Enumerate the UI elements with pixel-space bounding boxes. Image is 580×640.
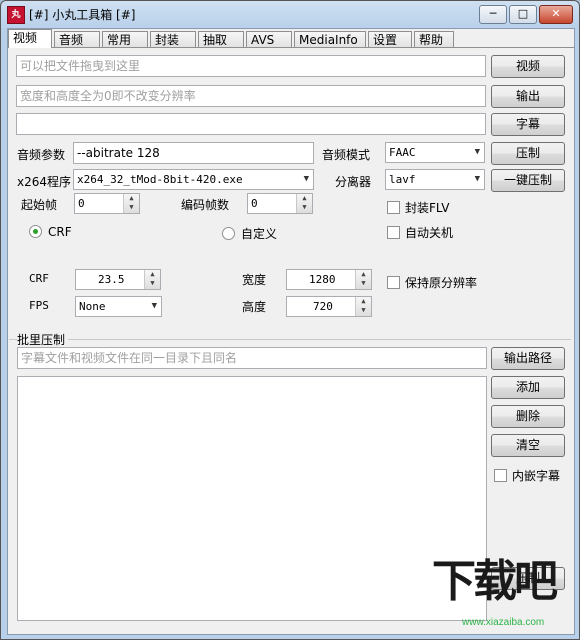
width-value: 1280 (309, 273, 336, 286)
tab-extract[interactable]: 抽取 (198, 31, 244, 47)
minimize-button[interactable]: ─ (479, 5, 507, 24)
audio-params-label: 音频参数 (17, 148, 66, 162)
start-frame-label: 起始帧 (21, 198, 58, 212)
checkbox-icon[interactable] (387, 226, 400, 239)
subtitle-file-input[interactable] (16, 113, 486, 135)
subtitle-button[interactable]: 字幕 (491, 113, 565, 136)
height-stepper[interactable]: 720 ▲ ▼ (286, 296, 372, 317)
one-click-compress-button[interactable]: 一键压制 (491, 169, 565, 192)
tab-video[interactable]: 视频 (8, 29, 52, 48)
video-file-input[interactable]: 可以把文件拖曳到这里 (16, 55, 486, 77)
close-button[interactable]: ✕ (539, 5, 573, 24)
spin-arrows-icon[interactable]: ▲ ▼ (355, 297, 371, 316)
chevron-down-icon: ▼ (303, 174, 309, 184)
start-frame-value: 0 (78, 197, 85, 210)
crf-stepper[interactable]: 23.5 ▲ ▼ (75, 269, 161, 290)
fps-label: FPS (29, 299, 49, 312)
delete-button[interactable]: 删除 (491, 405, 565, 428)
mux-flv-label: 封装FLV (405, 201, 450, 215)
main-window: 丸 [#] 小丸工具箱 [#] ─ □ ✕ 视频 音频 常用 封装 抽取 AVS… (0, 0, 580, 640)
custom-radio-label: 自定义 (241, 227, 278, 241)
spin-arrows-icon[interactable]: ▲ ▼ (296, 194, 312, 213)
chevron-down-icon: ▼ (474, 174, 480, 184)
watermark-url: www.xiazaiba.com (462, 617, 545, 628)
app-icon[interactable]: 丸 (7, 6, 25, 24)
tab-avs[interactable]: AVS (246, 31, 292, 47)
encode-frames-label: 编码帧数 (181, 198, 230, 212)
auto-shutdown-checkbox[interactable]: 自动关机 (387, 224, 453, 241)
tab-mux[interactable]: 封装 (150, 31, 196, 47)
custom-radio[interactable]: 自定义 (222, 225, 277, 242)
batch-group-label: 批里压制 (17, 331, 69, 348)
tab-help[interactable]: 帮助 (414, 31, 454, 47)
video-button[interactable]: 视频 (491, 55, 565, 78)
height-value: 720 (313, 300, 333, 313)
tab-audio[interactable]: 音频 (54, 31, 100, 47)
compress-button[interactable]: 压制 (491, 142, 565, 165)
audio-mode-select[interactable]: FAAC ▼ (385, 142, 485, 163)
height-label: 高度 (242, 300, 267, 314)
mux-flv-checkbox[interactable]: 封装FLV (387, 199, 449, 216)
window-title: [#] 小丸工具箱 [#] (29, 8, 136, 22)
tab-divider (8, 47, 574, 48)
audio-mode-label: 音频模式 (322, 148, 371, 162)
title-bar[interactable]: 丸 [#] 小丸工具箱 [#] ─ □ ✕ (1, 1, 579, 27)
tab-settings[interactable]: 设置 (368, 31, 412, 47)
start-frame-stepper[interactable]: 0 ▲ ▼ (74, 193, 140, 214)
watermark-text: 下载吧 (432, 557, 558, 606)
chevron-down-icon: ▼ (474, 147, 480, 157)
keep-resolution-label: 保持原分辨率 (405, 276, 478, 290)
encode-frames-value: 0 (251, 197, 258, 210)
batch-file-list[interactable] (17, 376, 487, 621)
output-path-button[interactable]: 输出路径 (491, 347, 565, 370)
client-area: 视频 音频 常用 封装 抽取 AVS MediaInfo 设置 帮助 可以把文件… (7, 28, 575, 635)
crf-value: 23.5 (98, 273, 125, 286)
fps-select[interactable]: None ▼ (75, 296, 162, 317)
x264-program-select[interactable]: x264_32_tMod-8bit-420.exe ▼ (73, 169, 314, 190)
audio-mode-value: FAAC (389, 146, 416, 159)
radio-selected-icon[interactable] (29, 225, 42, 238)
tab-mediainfo[interactable]: MediaInfo (294, 31, 366, 47)
output-button[interactable]: 输出 (491, 85, 565, 108)
auto-shutdown-label: 自动关机 (405, 226, 454, 240)
crf-radio[interactable]: CRF (29, 225, 72, 239)
audio-params-input[interactable]: --abitrate 128 (73, 142, 314, 164)
spin-arrows-icon[interactable]: ▲ ▼ (144, 270, 160, 289)
output-file-input[interactable]: 宽度和高度全为0即不改变分辨率 (16, 85, 486, 107)
splitter-select[interactable]: lavf ▼ (385, 169, 485, 190)
splitter-label: 分离器 (335, 175, 372, 189)
add-button[interactable]: 添加 (491, 376, 565, 399)
splitter-value: lavf (389, 173, 416, 186)
radio-icon[interactable] (222, 227, 235, 240)
clear-button[interactable]: 清空 (491, 434, 565, 457)
crf-radio-label: CRF (48, 225, 72, 239)
chevron-down-icon: ▼ (151, 301, 157, 311)
spin-arrows-icon[interactable]: ▲ ▼ (355, 270, 371, 289)
tab-common[interactable]: 常用 (102, 31, 148, 47)
checkbox-icon[interactable] (387, 201, 400, 214)
encode-frames-stepper[interactable]: 0 ▲ ▼ (247, 193, 313, 214)
tab-strip: 视频 音频 常用 封装 抽取 AVS MediaInfo 设置 帮助 (8, 29, 574, 48)
crf-label: CRF (29, 272, 49, 285)
width-label: 宽度 (242, 273, 267, 287)
batch-group-border (9, 339, 571, 340)
keep-resolution-checkbox[interactable]: 保持原分辨率 (387, 274, 477, 291)
batch-hint-input[interactable]: 字幕文件和视频文件在同一目录下且同名 (17, 347, 487, 369)
width-stepper[interactable]: 1280 ▲ ▼ (286, 269, 372, 290)
x264-program-value: x264_32_tMod-8bit-420.exe (77, 173, 243, 186)
embed-subtitle-label: 内嵌字幕 (512, 469, 561, 483)
x264-program-label: x264程序 (17, 175, 72, 189)
embed-subtitle-checkbox[interactable]: 内嵌字幕 (494, 467, 560, 484)
spin-arrows-icon[interactable]: ▲ ▼ (123, 194, 139, 213)
watermark-logo: 下载吧 www.xiazaiba.com (432, 545, 572, 635)
checkbox-icon[interactable] (494, 469, 507, 482)
fps-value: None (79, 300, 106, 313)
maximize-button[interactable]: □ (509, 5, 537, 24)
checkbox-icon[interactable] (387, 276, 400, 289)
